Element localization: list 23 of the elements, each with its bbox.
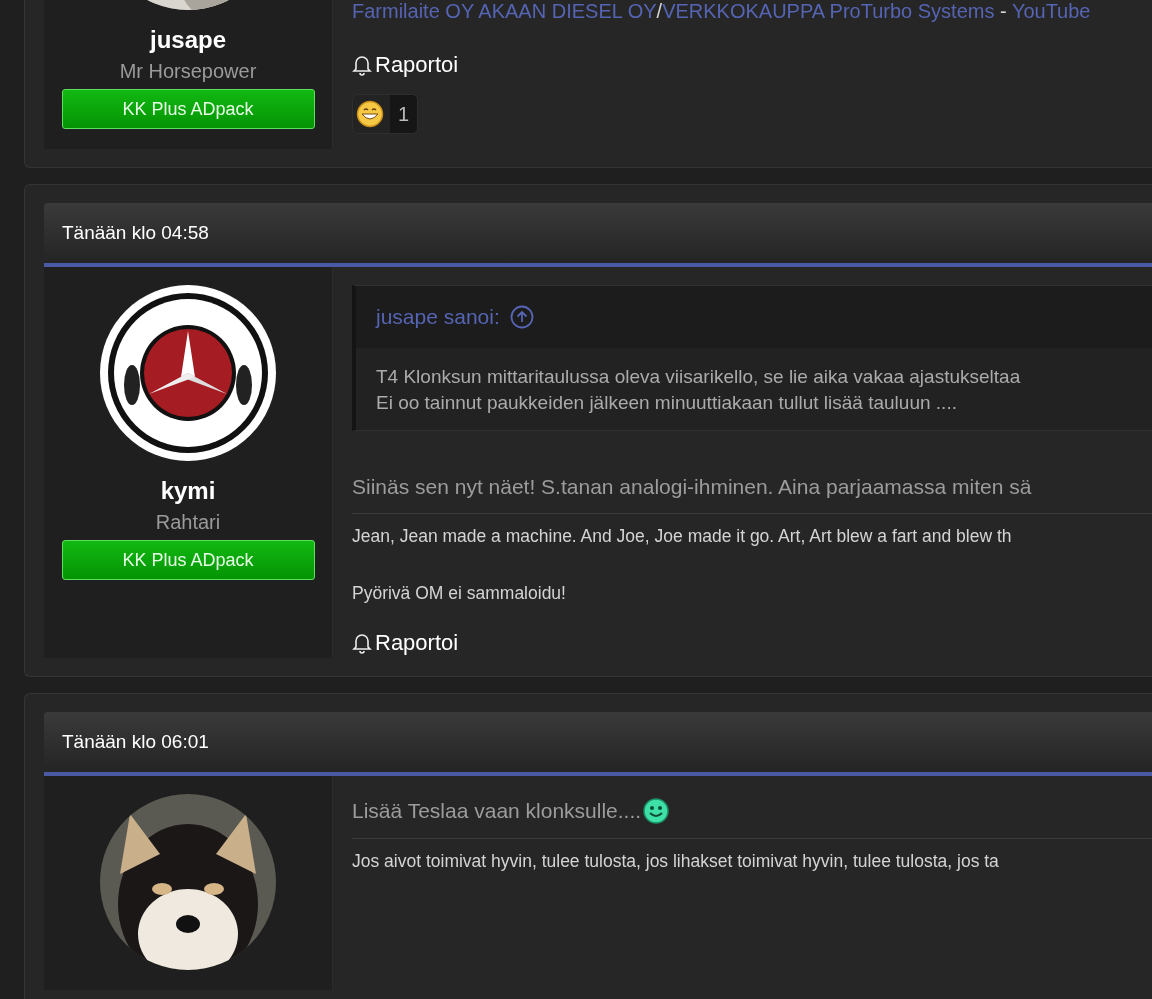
user-title: Mr Horsepower bbox=[119, 60, 257, 83]
report-button[interactable]: Raportoi bbox=[352, 52, 459, 78]
link-line: Farmilaite OY AKAAN DIESEL OY/VERKKOKAUPPA ProTurbo Systems - YouTube bbox=[352, 0, 1092, 22]
signature-text: Jos aivot toimivat hyvin, tulee tulosta, jos lihakset toimivat hyvin, tulee tulosta, jos ta bbox=[352, 851, 1000, 872]
reaction-button[interactable]: 1 bbox=[352, 94, 419, 134]
grinning-face-icon bbox=[356, 100, 384, 128]
bell-icon bbox=[352, 632, 372, 654]
user-badge: KK Plus ADpack bbox=[61, 540, 315, 580]
username[interactable]: kymi bbox=[160, 477, 216, 505]
user-badge: KK Plus ADpack bbox=[61, 89, 315, 129]
signature-text: Pyörivä OM ei sammaloidu! bbox=[352, 583, 567, 604]
username[interactable]: jusape bbox=[150, 26, 226, 54]
report-button[interactable]: Raportoi bbox=[352, 630, 459, 656]
message-text: Siinäs sen nyt näet! S.tanan analogi-ihminen. Aina parjaamassa miten sä bbox=[352, 475, 1032, 499]
post-date[interactable]: Tänään klo 04:58 bbox=[62, 222, 209, 244]
message-text: Lisää Teslaa vaan klonksulle.... bbox=[352, 799, 642, 823]
quote-text: Ei oo tainnut paukkeiden jälkeen minuuttiakaan tullut lisää tauluun .... bbox=[376, 392, 958, 414]
arrow-up-circle-icon[interactable] bbox=[509, 305, 534, 329]
quote-text: T4 Klonksun mittaritaulussa oleva viisarikello, se lie aika vakaa ajastukseltaa bbox=[376, 366, 1022, 388]
bell-icon bbox=[352, 54, 372, 76]
post-date[interactable]: Tänään klo 06:01 bbox=[62, 731, 209, 753]
user-title: Rahtari bbox=[155, 511, 221, 534]
signature-text: Jean, Jean made a machine. And Joe, Joe made it go. Art, Art blew a fart and blew th bbox=[352, 526, 1013, 547]
